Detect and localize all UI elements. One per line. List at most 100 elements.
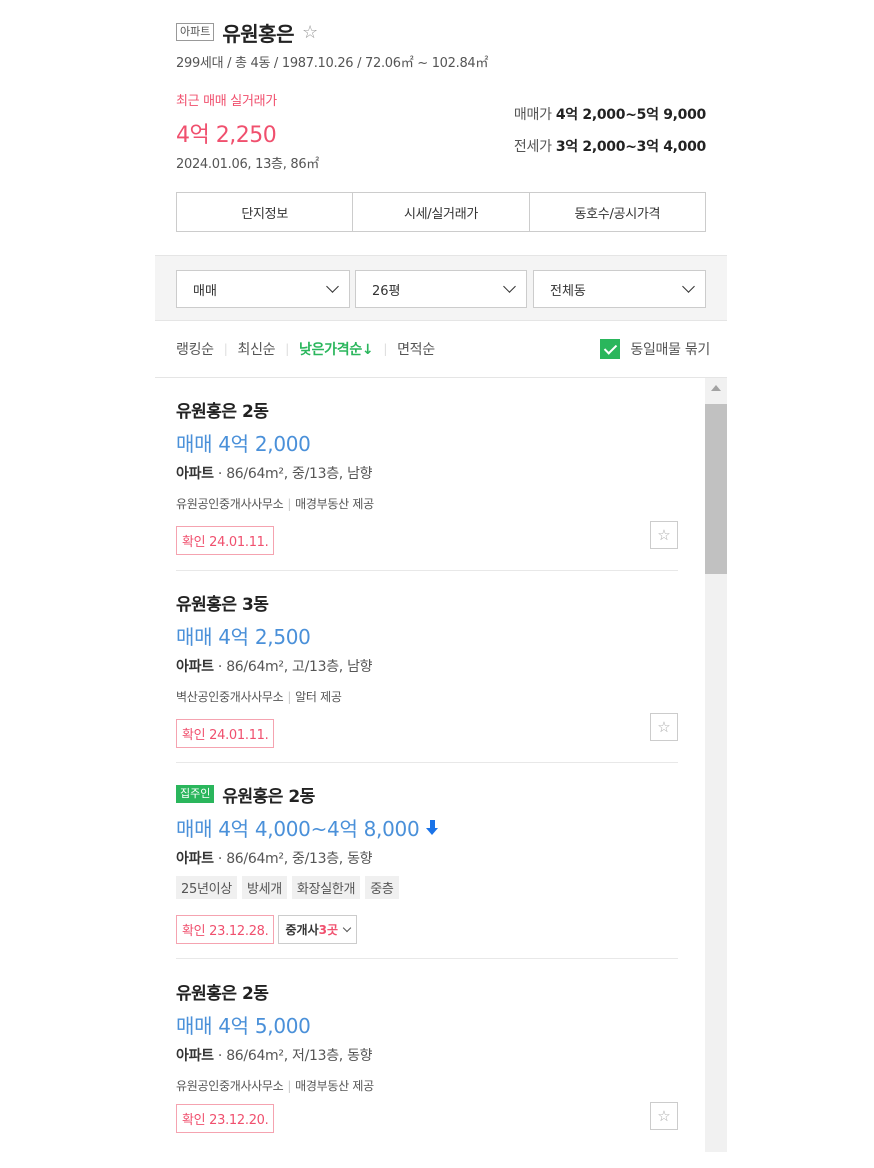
listing-spec: 아파트 · 86/64m², 중/13층, 동향 bbox=[176, 848, 678, 868]
favorite-star-icon[interactable]: ☆ bbox=[650, 1102, 678, 1130]
feature-tags: 25년이상 방세개 화장실한개 중층 bbox=[176, 876, 678, 899]
item-divider bbox=[176, 958, 678, 959]
broker-count: 3곳 bbox=[318, 923, 338, 937]
broker-count-button[interactable]: 중개사 3곳 bbox=[278, 915, 357, 944]
listing-provider: 매경부동산 제공 bbox=[295, 497, 374, 511]
listing-item[interactable]: 유원홍은 2동 매매 4억 2,000 아파트 · 86/64m², 중/13층… bbox=[176, 396, 678, 555]
favorite-star-icon[interactable]: ☆ bbox=[302, 22, 318, 43]
item-divider bbox=[176, 570, 678, 571]
recent-deal: 최근 매매 실거래가 4억 2,250 2024.01.06, 13층, 86㎡ bbox=[176, 90, 319, 172]
listing-provider: 알터 제공 bbox=[295, 690, 342, 704]
property-type-tag: 아파트 bbox=[176, 23, 215, 41]
chevron-down-icon bbox=[682, 280, 695, 293]
recent-deal-label: 최근 매매 실거래가 bbox=[176, 94, 277, 109]
listing-spec-detail: · 86/64m², 고/13층, 남향 bbox=[213, 659, 373, 675]
sale-range-value: 4억 2,000~5억 9,000 bbox=[555, 107, 706, 123]
jeonse-range-value: 3억 2,000~3억 4,000 bbox=[555, 139, 706, 155]
size-value: 26평 bbox=[372, 283, 401, 299]
listing-spec-type: 아파트 bbox=[176, 659, 214, 675]
listing-item[interactable]: 유원홍은 2동 매매 4억 5,000 아파트 · 86/64m², 저/13층… bbox=[176, 978, 678, 1133]
listing-price-row: 매매 4억 4,000~4억 8,000 bbox=[176, 813, 678, 842]
listing-item[interactable]: 유원홍은 3동 매매 4억 2,500 아파트 · 86/64m², 고/13층… bbox=[176, 589, 678, 748]
listing-title: 유원홍은 2동 bbox=[222, 786, 315, 807]
listing-spec-detail: · 86/64m², 중/13층, 남향 bbox=[213, 466, 373, 482]
price-down-arrow-icon bbox=[425, 819, 439, 836]
listing-spec: 아파트 · 86/64m², 중/13층, 남향 bbox=[176, 463, 678, 483]
sale-range-label: 매매가 bbox=[513, 107, 552, 123]
listing-price: 매매 4억 2,000 bbox=[176, 432, 311, 456]
listing-agency: 벽산공인중개사사무소 bbox=[176, 690, 284, 704]
building-value: 전체동 bbox=[550, 283, 586, 299]
list-scrollbar[interactable] bbox=[705, 378, 727, 1152]
chevron-down-icon bbox=[503, 280, 516, 293]
listing-provider: 매경부동산 제공 bbox=[295, 1079, 374, 1093]
listing-spec-type: 아파트 bbox=[176, 1048, 214, 1064]
building-select[interactable]: 전체동 bbox=[533, 270, 706, 308]
source-divider: | bbox=[287, 497, 292, 511]
complex-summary: 299세대 / 총 4동 / 1987.10.26 / 72.06㎡ ~ 102… bbox=[176, 56, 489, 71]
favorite-star-icon[interactable]: ☆ bbox=[650, 713, 678, 741]
sort-area[interactable]: 면적순 bbox=[397, 339, 435, 359]
complex-header: 아파트 유원홍은 ☆ 299세대 / 총 4동 / 1987.10.26 / 7… bbox=[176, 18, 716, 71]
sort-ranking[interactable]: 랭킹순 bbox=[176, 339, 214, 359]
source-divider: | bbox=[287, 1079, 292, 1093]
chevron-down-icon bbox=[326, 280, 339, 293]
listing-price: 매매 4억 2,500 bbox=[176, 625, 311, 649]
info-tabs: 단지정보 시세/실거래가 동호수/공시가격 bbox=[176, 192, 706, 232]
listing-spec-type: 아파트 bbox=[176, 851, 214, 867]
broker-label: 중개사 bbox=[285, 923, 319, 937]
listing-source: 벽산공인중개사사무소 | 알터 제공 bbox=[176, 688, 678, 705]
recent-deal-price: 4억 2,250 bbox=[176, 123, 277, 148]
complex-name: 유원홍은 bbox=[222, 21, 294, 46]
sort-divider: | bbox=[383, 342, 388, 356]
checkbox-checked-icon[interactable] bbox=[600, 339, 621, 359]
tab-unit-official-price[interactable]: 동호수/공시가격 bbox=[530, 193, 705, 231]
sort-low-price[interactable]: 낮은가격순↓ bbox=[299, 339, 374, 359]
listing-agency: 유원공인중개사사무소 bbox=[176, 1079, 284, 1093]
listing-title: 유원홍은 2동 bbox=[176, 983, 269, 1004]
listing-spec: 아파트 · 86/64m², 저/13층, 동향 bbox=[176, 1045, 678, 1065]
trade-type-value: 매매 bbox=[193, 283, 217, 299]
recent-deal-date: 2024.01.06, 13층, 86㎡ bbox=[176, 157, 320, 172]
sort-latest[interactable]: 최신순 bbox=[238, 339, 276, 359]
price-ranges: 매매가 4억 2,000~5억 9,000 전세가 3억 2,000~3억 4,… bbox=[514, 104, 706, 168]
listing-title: 유원홍은 3동 bbox=[176, 594, 269, 615]
listing-source: 유원공인중개사사무소 | 매경부동산 제공 bbox=[176, 1077, 678, 1094]
listing-spec-detail: · 86/64m², 중/13층, 동향 bbox=[213, 851, 373, 867]
sort-row: 랭킹순 | 최신순 | 낮은가격순↓ | 면적순 동일매물 묶기 bbox=[176, 336, 710, 362]
size-select[interactable]: 26평 bbox=[355, 270, 527, 308]
scrollbar-thumb[interactable] bbox=[705, 404, 727, 574]
confirm-date-badge: 확인 24.01.11. bbox=[176, 526, 275, 555]
listing-agency: 유원공인중개사사무소 bbox=[176, 497, 284, 511]
owner-badge: 집주인 bbox=[176, 785, 215, 803]
listing-spec-detail: · 86/64m², 저/13층, 동향 bbox=[213, 1048, 373, 1064]
listing-source: 유원공인중개사사무소 | 매경부동산 제공 bbox=[176, 495, 678, 512]
confirm-date-badge: 확인 23.12.20. bbox=[176, 1104, 275, 1133]
feature-tag: 25년이상 bbox=[176, 876, 237, 899]
listing-spec: 아파트 · 86/64m², 고/13층, 남향 bbox=[176, 656, 678, 676]
listing-panel: 아파트 유원홍은 ☆ 299세대 / 총 4동 / 1987.10.26 / 7… bbox=[155, 0, 727, 1168]
bundle-label: 동일매물 묶기 bbox=[630, 342, 710, 358]
feature-tag: 화장실한개 bbox=[291, 876, 361, 899]
listing-item[interactable]: 집주인 유원홍은 2동 매매 4억 4,000~4억 8,000 아파트 · 8… bbox=[176, 781, 678, 944]
chevron-down-icon bbox=[342, 923, 352, 933]
favorite-star-icon[interactable]: ☆ bbox=[650, 521, 678, 549]
jeonse-range-label: 전세가 bbox=[513, 139, 552, 155]
listing-spec-type: 아파트 bbox=[176, 466, 214, 482]
listing-title: 유원홍은 2동 bbox=[176, 401, 269, 422]
tab-complex-info[interactable]: 단지정보 bbox=[177, 193, 354, 231]
confirm-date-badge: 확인 24.01.11. bbox=[176, 719, 275, 748]
jeonse-range: 전세가 3억 2,000~3억 4,000 bbox=[514, 136, 706, 168]
bundle-same-listings-toggle[interactable]: 동일매물 묶기 bbox=[600, 339, 710, 359]
tab-market-price[interactable]: 시세/실거래가 bbox=[353, 193, 530, 231]
scroll-up-arrow-icon[interactable] bbox=[711, 385, 721, 391]
source-divider: | bbox=[287, 690, 292, 704]
listing-price: 매매 4억 5,000 bbox=[176, 1014, 311, 1038]
filter-bar: 매매 26평 전체동 bbox=[155, 255, 727, 321]
item-divider bbox=[176, 762, 678, 763]
title-row: 아파트 유원홍은 ☆ bbox=[176, 18, 716, 46]
feature-tag: 방세개 bbox=[241, 876, 287, 899]
sort-divider: | bbox=[223, 342, 228, 356]
feature-tag: 중층 bbox=[365, 876, 399, 899]
trade-type-select[interactable]: 매매 bbox=[176, 270, 350, 308]
